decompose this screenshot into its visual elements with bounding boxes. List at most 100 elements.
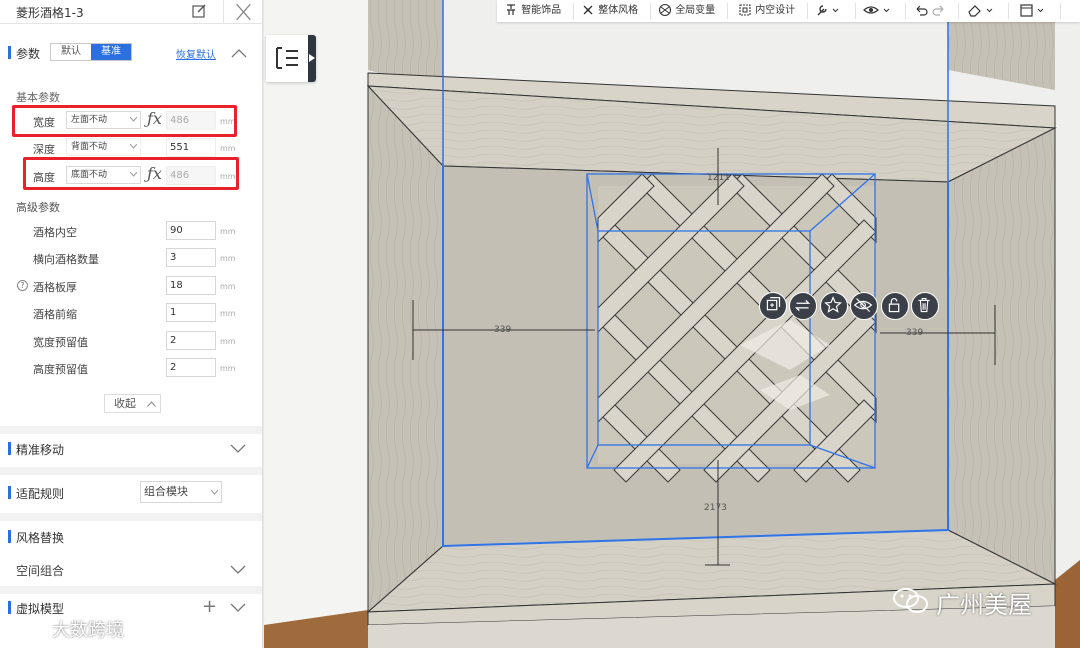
fit-rules-select[interactable]: 组合模块	[140, 481, 222, 503]
watermark-right-text: 广州美屋	[936, 591, 1032, 619]
eraser-dropdown[interactable]	[966, 2, 996, 20]
chevron-up-icon[interactable]	[231, 48, 247, 58]
tree-panel-toggle[interactable]	[266, 35, 316, 82]
close-icon[interactable]	[223, 0, 263, 24]
precise-move-title[interactable]: 精准移动	[8, 441, 64, 458]
restore-default-link[interactable]: 恢复默认	[176, 46, 216, 61]
adv-unit-2: mm	[220, 282, 236, 291]
inner-design-label: 内空设计	[755, 5, 796, 16]
eye-off-icon	[853, 298, 873, 312]
eye-icon	[863, 6, 890, 14]
adv-label-1: 横向酒格数量	[33, 253, 99, 266]
adv-unit-3: mm	[220, 309, 236, 318]
adv-unit-1: mm	[220, 254, 236, 263]
adv-label-5: 高度预留值	[33, 363, 88, 376]
left-wall	[264, 0, 368, 648]
adv-label-3: 酒格前缩	[33, 308, 77, 321]
hide-button[interactable]	[850, 292, 878, 320]
globe-icon	[658, 3, 672, 17]
depth-input[interactable]: 551	[166, 138, 216, 157]
delete-button[interactable]	[911, 292, 939, 320]
adv-unit-5: mm	[220, 364, 236, 373]
collapse-label: 收起	[114, 397, 136, 410]
help-icon[interactable]: ?	[17, 280, 28, 291]
adv-input-0[interactable]: 90	[166, 221, 216, 240]
tab-default[interactable]: 默认	[51, 44, 91, 60]
adv-label-4: 宽度预留值	[33, 336, 88, 349]
toolbar-separator	[650, 3, 651, 19]
undo-redo-group[interactable]	[913, 2, 947, 20]
lock-button[interactable]	[881, 292, 909, 320]
copy-icon	[766, 297, 781, 311]
global-variable-button[interactable]: 全局变量	[658, 2, 715, 20]
dimension-left: 339	[494, 325, 512, 335]
top-toolbar: 智能饰品 整体风格 全局变量 内空设计	[497, 0, 1080, 22]
smart-decor-button[interactable]: 智能饰品	[504, 2, 561, 20]
add-icon[interactable]: +	[202, 598, 217, 616]
chevron-down-icon[interactable]	[230, 603, 246, 613]
star-icon	[824, 296, 842, 313]
caret-right-icon	[309, 54, 315, 62]
undo-redo-icon	[916, 5, 944, 16]
width-highlight-box	[12, 105, 237, 137]
3d-viewport[interactable]	[264, 0, 1080, 648]
swap-button[interactable]	[789, 292, 817, 320]
adv-input-4[interactable]: 2	[166, 331, 216, 350]
adv-label-2: 酒格板厚	[33, 281, 77, 294]
section-divider	[0, 426, 262, 434]
trash-icon	[918, 298, 930, 313]
fan-icon	[583, 5, 593, 15]
inner-space-icon	[739, 4, 751, 16]
copy-button[interactable]	[759, 292, 787, 320]
toolbar-separator	[1008, 3, 1009, 19]
layout-dropdown[interactable]	[1019, 2, 1049, 20]
wrench-icon	[817, 5, 839, 16]
basic-params-heading: 基本参数	[16, 91, 60, 104]
adv-unit-4: mm	[220, 337, 236, 346]
section-divider	[0, 513, 262, 521]
adv-input-3[interactable]: 1	[166, 303, 216, 322]
favorite-button[interactable]	[820, 292, 848, 320]
chevron-down-icon	[130, 144, 137, 149]
properties-panel: 菱形酒格1-3 参数 默认 基准 恢复默认 基本参数 宽度 左面不动 ƒx 48…	[0, 0, 263, 648]
params-section-title: 参数	[8, 45, 40, 62]
space-combo-label[interactable]: 空间组合	[16, 562, 64, 579]
depth-unit: mm	[220, 144, 236, 153]
tools-dropdown[interactable]	[815, 2, 841, 20]
advanced-params-heading: 高级参数	[16, 201, 60, 214]
chevron-down-icon	[211, 490, 218, 495]
wine-rack[interactable]	[597, 173, 877, 483]
tab-baseline[interactable]: 基准	[91, 44, 131, 60]
adv-input-2[interactable]: 18	[166, 276, 216, 295]
fit-rules-value: 组合模块	[144, 485, 188, 498]
depth-mode-select[interactable]: 背面不动	[66, 138, 141, 156]
collapse-button[interactable]: 收起	[104, 394, 161, 413]
style-replace-title: 风格替换	[8, 529, 64, 546]
toolbar-separator	[807, 3, 808, 19]
adv-input-5[interactable]: 2	[166, 358, 216, 377]
adv-input-1[interactable]: 3	[166, 248, 216, 267]
compartment-right-wall	[947, 127, 1056, 585]
panel-grip[interactable]	[308, 35, 316, 82]
dimension-right: 339	[906, 328, 924, 338]
list-tree-icon	[276, 47, 298, 69]
edit-icon[interactable]	[191, 3, 207, 19]
adv-label-0: 酒格内空	[33, 226, 77, 239]
compartment-left-wall	[367, 84, 444, 614]
inner-design-button[interactable]: 内空设计	[738, 2, 795, 20]
chevron-down-icon[interactable]	[230, 565, 246, 575]
fit-rules-title: 适配规则	[8, 485, 64, 502]
layout-icon	[1020, 4, 1044, 17]
toolbar-separator	[958, 3, 959, 19]
chevron-down-icon[interactable]	[230, 444, 246, 454]
view-dropdown[interactable]	[863, 2, 893, 20]
toolbar-separator	[905, 3, 906, 19]
toolbar-separator	[1060, 3, 1061, 19]
dimension-top: 1211	[707, 173, 730, 183]
swap-icon	[794, 299, 811, 312]
adv-unit-0: mm	[220, 227, 236, 236]
decor-icon	[507, 4, 515, 15]
watermark-left-text: 大数跨境	[52, 620, 124, 641]
overall-style-button[interactable]: 整体风格	[581, 2, 638, 20]
wechat-icon	[893, 588, 928, 613]
